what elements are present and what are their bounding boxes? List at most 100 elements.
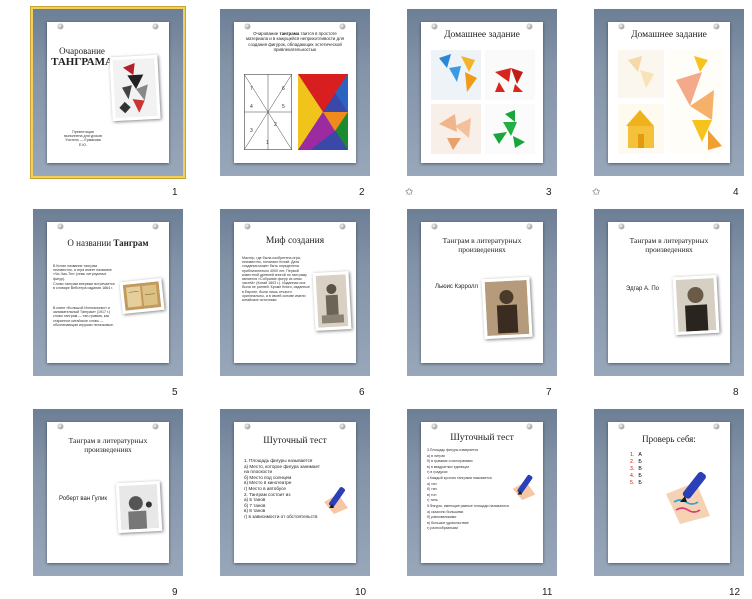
- slide-title: Шуточный тест: [263, 436, 327, 446]
- pin-icon: [432, 24, 437, 29]
- slide-paper: Шуточный тест 3.Площадь фигуры измеряетс…: [421, 422, 543, 563]
- pin-icon: [245, 24, 250, 29]
- slide-title: Очарование ТАНГРАМА: [51, 46, 113, 68]
- test-line: г) в зависимости от обстоятельств: [244, 513, 318, 519]
- homework-image: [431, 104, 481, 154]
- test-line: 5.Фигуры, имеющие равные площади называю…: [427, 503, 509, 508]
- pen-writing-icon: [324, 487, 348, 514]
- pen-writing-icon: [512, 474, 536, 501]
- slide-thumbnail-1[interactable]: Очарование ТАНГРАМА Презентация выполнен…: [30, 6, 186, 198]
- homework-image: [485, 50, 535, 100]
- test-line: а) Место, которое фигура занимает на пло…: [244, 463, 320, 475]
- grid-number: 5: [282, 104, 285, 110]
- slide-thumbnail-8[interactable]: Танграм в литературных произведениях Эдг…: [594, 209, 744, 398]
- pin-icon: [58, 24, 63, 29]
- star-icon[interactable]: ✩: [592, 187, 600, 198]
- intro-text: Очарование танграма таится в простоте ма…: [245, 31, 345, 53]
- slide-paper: Проверь себя: 1. А 2. Б 3. В 4. Б 5. Б: [608, 422, 730, 563]
- slide-number: 12: [729, 587, 741, 598]
- pen-writing-icon: [666, 471, 710, 524]
- slide-paper: Очарование танграма таится в простоте ма…: [234, 22, 356, 163]
- slide-thumbnail-6[interactable]: Миф создания Мастер, где была изобретена…: [220, 209, 370, 398]
- homework-image: [618, 104, 664, 154]
- pin-icon: [714, 424, 719, 429]
- pin-icon: [714, 24, 719, 29]
- portrait-image: [675, 278, 717, 332]
- pin-icon: [245, 224, 250, 229]
- author-name: Роберт ван Гулик: [59, 496, 108, 502]
- credits-text: Презентация выполнена для уроков Учитель…: [64, 130, 102, 147]
- slide-title: О названии Танграм: [67, 238, 149, 248]
- grid-number: 3: [250, 128, 253, 134]
- pin-icon: [432, 424, 437, 429]
- tangram-grid-diagram: 7 6 4 5 3 2 1: [244, 74, 292, 150]
- answers-list: 1. А 2. Б 3. В 4. Б 5. Б: [630, 452, 642, 487]
- pin-icon: [153, 24, 158, 29]
- grid-number: 4: [250, 104, 253, 110]
- pin-icon: [340, 424, 345, 429]
- pin-icon: [153, 224, 158, 229]
- grid-number: 6: [282, 86, 285, 92]
- pin-icon: [340, 224, 345, 229]
- slide-number: 3: [546, 187, 552, 198]
- slide-number: 2: [359, 187, 365, 198]
- engraving-photo: [312, 271, 352, 331]
- grid-number: 2: [274, 122, 277, 128]
- slide-number: 11: [542, 587, 553, 598]
- author-name: Льюис Кэрролл: [435, 284, 479, 290]
- grid-number: 7: [250, 86, 253, 92]
- slide-paper: Домашнее задание: [421, 22, 543, 163]
- pin-icon: [153, 424, 158, 429]
- slide-thumbnail-3[interactable]: Домашнее задание ✩ 3: [405, 9, 557, 198]
- slide-thumbnail-10[interactable]: Шуточный тест 1. Площадь фигуры называет…: [220, 409, 370, 598]
- book-photo: [119, 277, 165, 315]
- answer-item: 5. Б: [630, 480, 642, 486]
- slide-number: 5: [172, 387, 178, 398]
- slide-number: 8: [733, 387, 739, 398]
- slide-paper: О названии Танграм В Китае название танг…: [47, 222, 169, 363]
- slide-thumbnail-12[interactable]: Проверь себя: 1. А 2. Б 3. В 4. Б 5. Б 12: [594, 409, 744, 598]
- book-image: [122, 281, 162, 311]
- slide-title: Танграм в литературных произведениях: [629, 236, 709, 254]
- slide-thumbnail-2[interactable]: Очарование танграма таится в простоте ма…: [220, 9, 370, 198]
- slide-paper: Шуточный тест 1. Площадь фигуры называет…: [234, 422, 356, 563]
- homework-image: [485, 104, 535, 154]
- slide-paper: Миф создания Мастер, где была изобретена…: [234, 222, 356, 363]
- pin-icon: [340, 24, 345, 29]
- pin-icon: [527, 224, 532, 229]
- engraving-image: [315, 274, 349, 328]
- pin-icon: [58, 424, 63, 429]
- grid-number: 1: [266, 140, 269, 146]
- slide-paper: Танграм в литературных произведениях Эдг…: [608, 222, 730, 363]
- slide-thumbnail-4[interactable]: Домашнее задание ✩ 4: [592, 9, 744, 198]
- author-portrait: [672, 274, 720, 336]
- slide-thumbnail-9[interactable]: Танграм в литературных произведениях Роб…: [33, 409, 183, 598]
- slide-title: Шуточный тест: [450, 433, 514, 443]
- slide-number: 4: [733, 187, 739, 198]
- pin-icon: [527, 424, 532, 429]
- test-questions: 3.Площадь фигуры измеряется а) в литрах …: [427, 448, 511, 532]
- pin-icon: [619, 224, 624, 229]
- paragraph-text: В книге «Большой Иллюзионист и занимател…: [53, 306, 114, 327]
- answer-item: 2. Б: [630, 459, 642, 465]
- slide-thumbnail-7[interactable]: Танграм в литературных произведениях Лью…: [407, 209, 557, 398]
- test-line: г) разнообразными: [427, 526, 458, 531]
- author-name: Эдгар А. По: [626, 286, 659, 292]
- slide-thumbnail-11[interactable]: Шуточный тест 3.Площадь фигуры измеряетс…: [407, 409, 557, 598]
- pin-icon: [714, 224, 719, 229]
- pin-icon: [245, 424, 250, 429]
- homework-image: [431, 50, 481, 100]
- test-line: 1. Площадь фигуры называется: [244, 458, 313, 463]
- slide-paper: Очарование ТАНГРАМА Презентация выполнен…: [47, 22, 169, 163]
- tangram-figure-image: [112, 57, 158, 119]
- star-icon[interactable]: ✩: [405, 187, 413, 198]
- slide-thumbnail-5[interactable]: О названии Танграм В Китае название танг…: [33, 209, 183, 398]
- slide-title: Домашнее задание: [444, 30, 520, 40]
- slide-paper: Домашнее задание: [608, 22, 730, 163]
- tangram-color-square: [298, 74, 348, 150]
- slide-title: Танграм в литературных произведениях: [442, 236, 522, 254]
- pin-icon: [527, 24, 532, 29]
- tangram-figure-photo: [109, 54, 161, 122]
- slide-title: Проверь себя:: [642, 434, 696, 444]
- slide-paper: Танграм в литературных произведениях Лью…: [421, 222, 543, 363]
